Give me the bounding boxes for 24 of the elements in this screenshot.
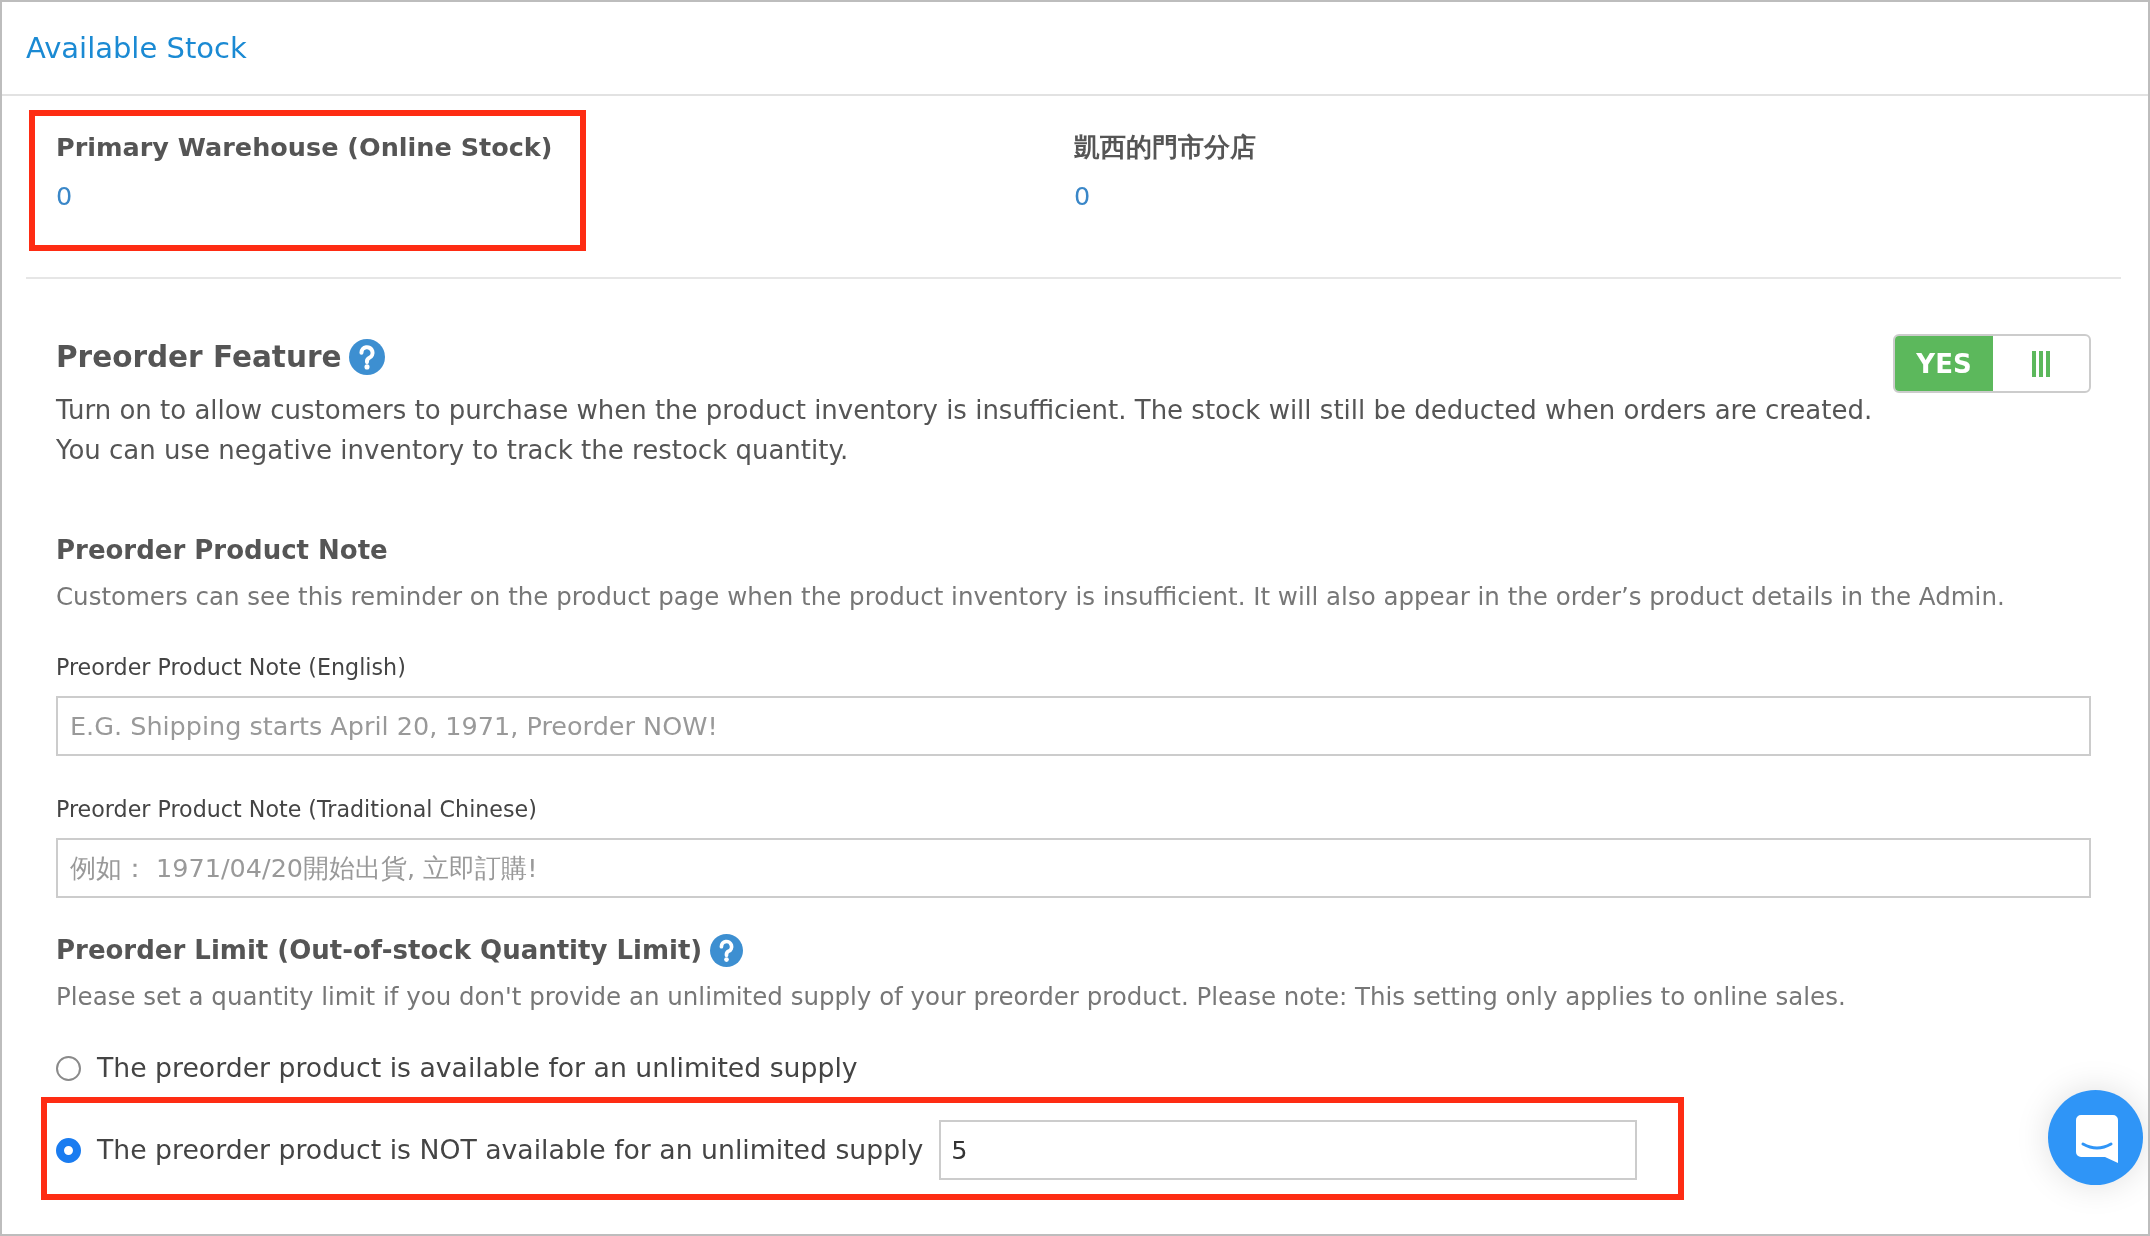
description-text: Turn on to allow customers to purchase when the product inventory is insufficient. The stock will still be deducted when orders are created. You can use negative inventory to track the restock quantity. — [56, 394, 1873, 467]
warehouse-name: Primary Warehouse (Online Stock) — [56, 131, 553, 164]
section-title: Preorder Limit (Out-of-stock Quantity Limit) — [56, 934, 703, 967]
grip-icon — [2032, 350, 2050, 377]
description-text: Customers can see this reminder on the product page when the product inventory is insufficient. It will also appear in the order’s product details in the Admin. — [56, 581, 2006, 613]
help-icon[interactable] — [710, 933, 744, 967]
stock-quantity: 0 — [56, 180, 74, 213]
help-icon[interactable] — [349, 339, 386, 375]
speech-bubble-icon — [2075, 1114, 2118, 1163]
input-field[interactable]: 例如： 1971/04/20開始出貨, 立即訂購! — [56, 838, 2091, 898]
section-title: Preorder Feature — [56, 339, 342, 376]
section-title: Available Stock — [26, 31, 247, 65]
option-label[interactable]: The preorder product is NOT available for an unlimited supply — [97, 1130, 924, 1170]
radio-button[interactable] — [56, 1137, 81, 1163]
description-text: Please set a quantity limit if you don't provide an unlimited supply of your preorder product. Please note: This setting only applies to online sales. — [56, 981, 1847, 1013]
field-label: Preorder Product Note (English) — [56, 653, 407, 682]
radio-button[interactable] — [56, 1055, 81, 1081]
quantity-field[interactable]: 5 — [939, 1120, 1638, 1180]
field-label: Preorder Product Note (Traditional Chinese) — [56, 795, 538, 824]
input-field[interactable]: E.G. Shipping starts April 20, 1971, Preorder NOW! — [56, 696, 2091, 756]
warehouse-name: 凱西的門市分店 — [1074, 131, 1256, 164]
section-title: Preorder Product Note — [56, 534, 389, 567]
option-label[interactable]: The preorder product is available for an unlimited supply — [97, 1048, 858, 1088]
stock-quantity: 0 — [1074, 180, 1092, 213]
